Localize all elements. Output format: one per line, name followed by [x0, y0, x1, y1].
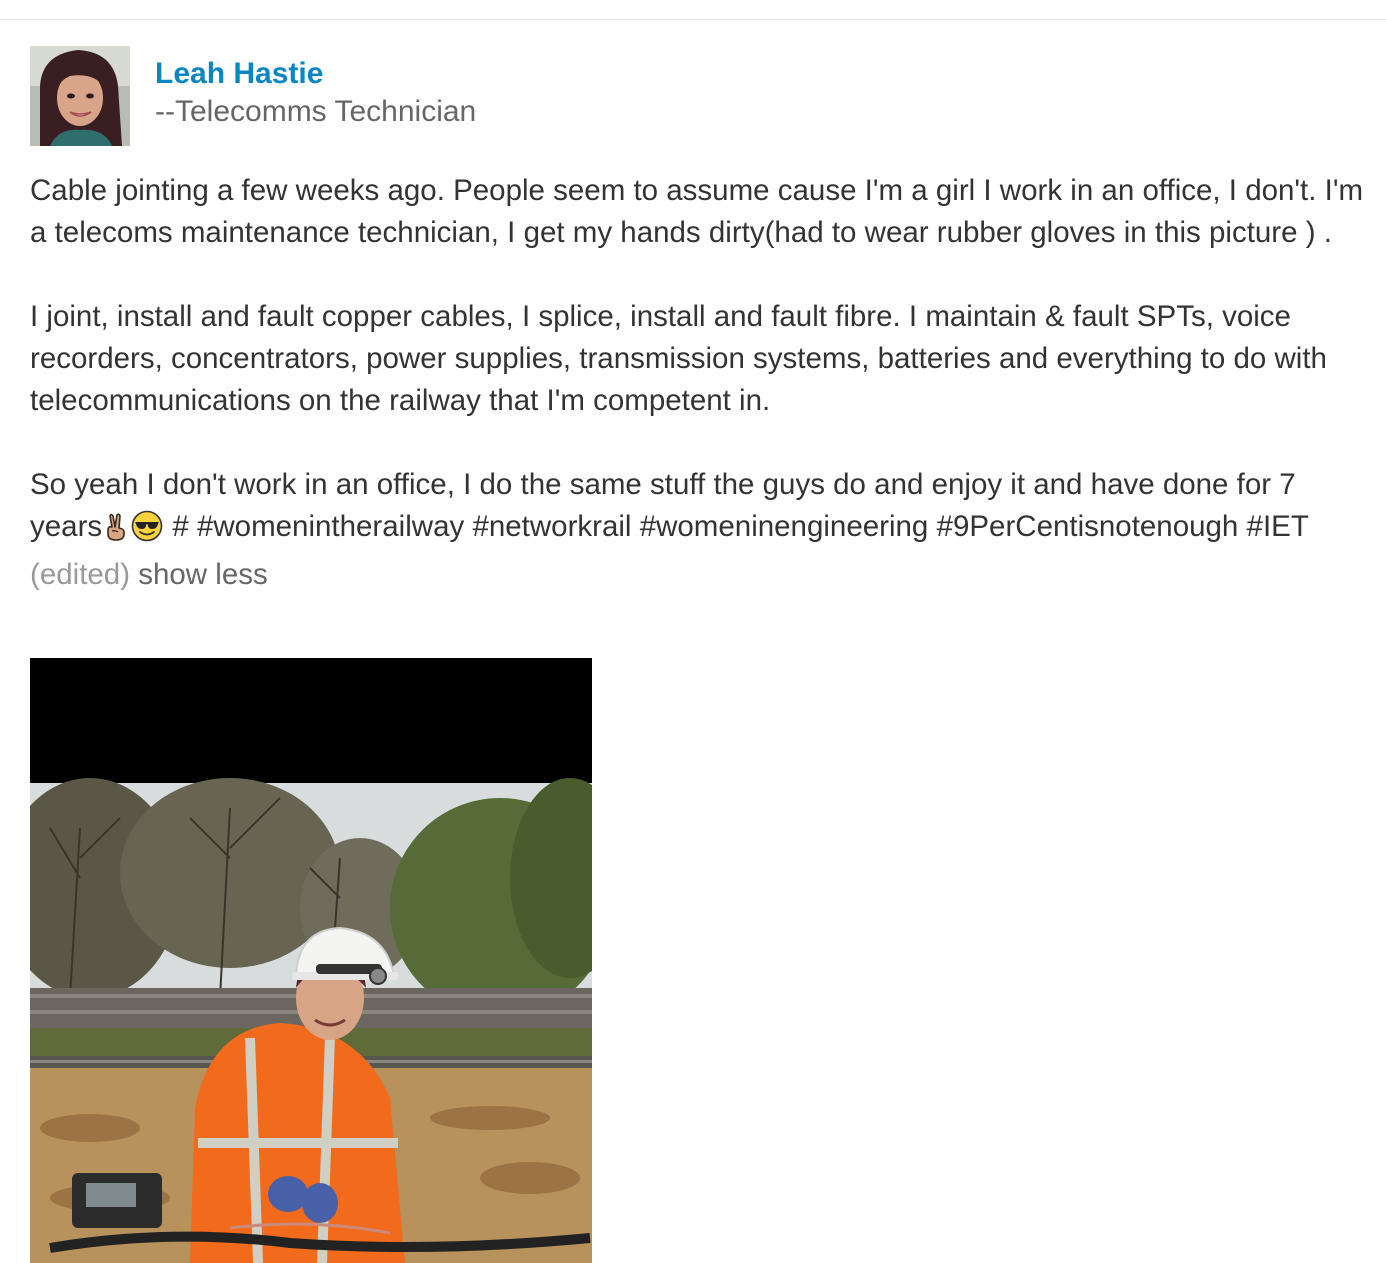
author-name-link[interactable]: Leah Hastie: [155, 56, 476, 92]
hashtag-9percentisnotenough[interactable]: #9PerCentisnotenough: [937, 510, 1239, 543]
post-paragraph-3: So yeah I don't work in an office, I do …: [30, 464, 1370, 596]
hashtag-networkrail[interactable]: #networkrail: [472, 510, 631, 543]
post-header: Leah Hastie --Telecomms Technician: [30, 46, 476, 146]
profile-photo-icon: [30, 46, 130, 146]
hashtag-womenintherailway[interactable]: #womenintherailway: [197, 510, 464, 543]
top-divider: [0, 19, 1386, 20]
post-photo[interactable]: [30, 658, 592, 1263]
post-text: Cable jointing a few weeks ago. People s…: [30, 170, 1370, 596]
author-avatar[interactable]: [30, 46, 130, 146]
hashtag-womeninengineering[interactable]: #womeninengineering: [640, 510, 929, 543]
hashtag-separator: #: [164, 510, 197, 543]
post-paragraph-2: I joint, install and fault copper cables…: [30, 300, 1327, 417]
victory-hand-icon: [103, 512, 129, 554]
sunglasses-face-icon: [131, 510, 163, 554]
author-info: Leah Hastie --Telecomms Technician: [155, 56, 476, 132]
hashtag-iet[interactable]: #IET: [1247, 510, 1309, 543]
author-headline: --Telecomms Technician: [155, 95, 477, 128]
show-less-link[interactable]: show less: [138, 558, 268, 591]
edited-label: (edited): [30, 558, 131, 591]
post-paragraph-1: Cable jointing a few weeks ago. People s…: [30, 174, 1364, 249]
trackside-photo-image: [30, 658, 592, 1263]
